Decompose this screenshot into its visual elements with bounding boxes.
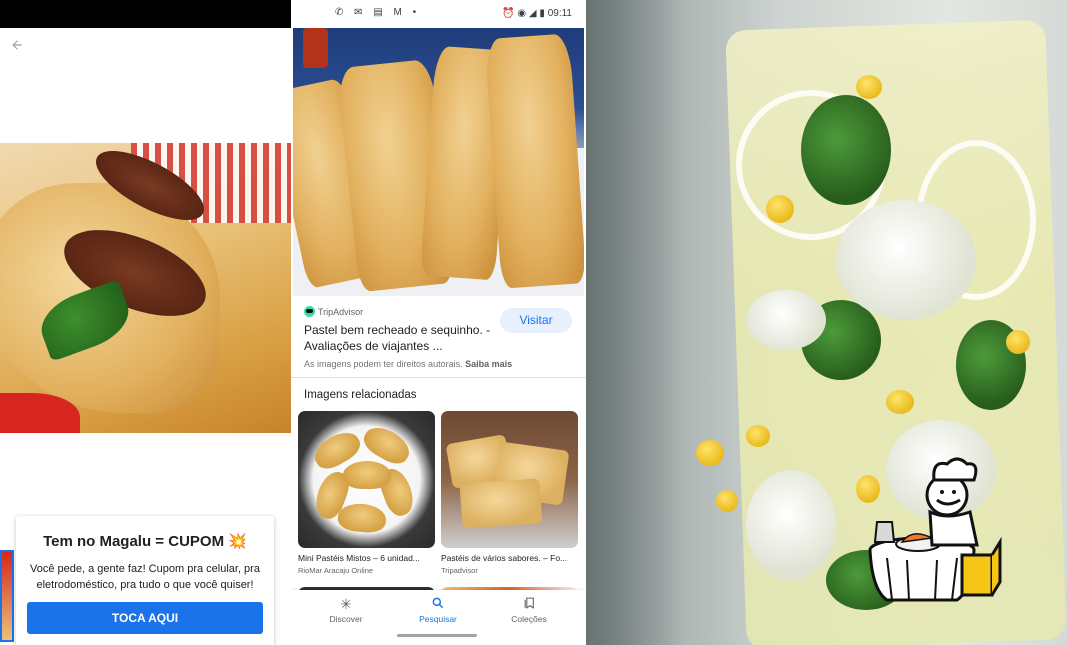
arrow-back-icon [12, 40, 22, 50]
image-thumbnail[interactable] [0, 550, 14, 642]
related-image-source: Tripadvisor [441, 566, 478, 575]
chef-restaurant-logo [868, 457, 1002, 602]
visit-button[interactable]: Visitar [500, 308, 572, 333]
nav-collections[interactable]: Coleções [489, 596, 569, 624]
status-system-icons: ⏰ ◉ ◢ ▮ 09:11 [502, 8, 572, 19]
asterisk-icon: ✳ [340, 596, 352, 612]
ad-body: Você pede, a gente faz! Cupom pra celula… [30, 563, 260, 591]
related-image-card[interactable]: Pastéis de vários sabores. – Fo... Tripa… [441, 411, 578, 575]
ad-title: Tem no Magalu = CUPOM 💥 [43, 533, 247, 550]
ad-cta-button[interactable]: TOCA AQUI [27, 602, 263, 634]
related-image[interactable] [298, 411, 435, 548]
status-notification-icons: ✆ ✉ ▤ M • [335, 7, 421, 18]
copyright-notice: As imagens podem ter direitos autorais. … [304, 359, 512, 369]
left-top-bar [0, 0, 291, 28]
status-time: 09:11 [547, 8, 572, 19]
tripadvisor-icon [304, 306, 315, 317]
nav-search-label: Pesquisar [419, 614, 457, 624]
nav-discover[interactable]: ✳ Discover [306, 596, 386, 624]
nav-collections-label: Coleções [511, 614, 547, 624]
pastel-photo [0, 143, 291, 433]
result-title[interactable]: Pastel bem recheado e sequinho. - Avalia… [304, 322, 500, 354]
ad-card: Tem no Magalu = CUPOM 💥 Você pede, a gen… [16, 516, 274, 645]
related-image-caption[interactable]: Mini Pastéis Mistos – 6 unidad... [298, 553, 435, 563]
status-bar: ✆ ✉ ▤ M • ⏰ ◉ ◢ ▮ 09:11 [291, 0, 586, 28]
learn-more-link[interactable]: Saiba mais [465, 359, 512, 369]
status-icons: ⏰ ◉ ◢ ▮ [502, 8, 545, 19]
result-image[interactable] [293, 28, 584, 296]
image-search-panel: ✆ ✉ ▤ M • ⏰ ◉ ◢ ▮ 09:11 TripAdvisor Past… [291, 0, 586, 645]
result-source[interactable]: TripAdvisor [304, 306, 363, 320]
search-icon [398, 596, 478, 612]
nav-search[interactable]: Pesquisar [398, 596, 478, 624]
related-image-card[interactable]: Mini Pastéis Mistos – 6 unidad... RioMar… [298, 411, 435, 575]
copyright-text: As imagens podem ter direitos autorais. [304, 359, 463, 369]
bookmarks-icon [489, 596, 569, 612]
left-panel: Tem no Magalu = CUPOM 💥 Você pede, a gen… [0, 0, 291, 645]
nav-discover-label: Discover [329, 614, 363, 624]
back-button[interactable] [10, 38, 28, 56]
result-source-label: TripAdvisor [318, 307, 364, 317]
related-image-caption[interactable]: Pastéis de vários sabores. – Fo... [441, 553, 578, 563]
related-image-source: RioMar Aracaju Online [298, 566, 374, 575]
related-images-heading: Imagens relacionadas [304, 389, 417, 401]
divider [291, 377, 586, 378]
related-image[interactable] [441, 411, 578, 548]
gesture-home-bar[interactable] [397, 634, 477, 637]
